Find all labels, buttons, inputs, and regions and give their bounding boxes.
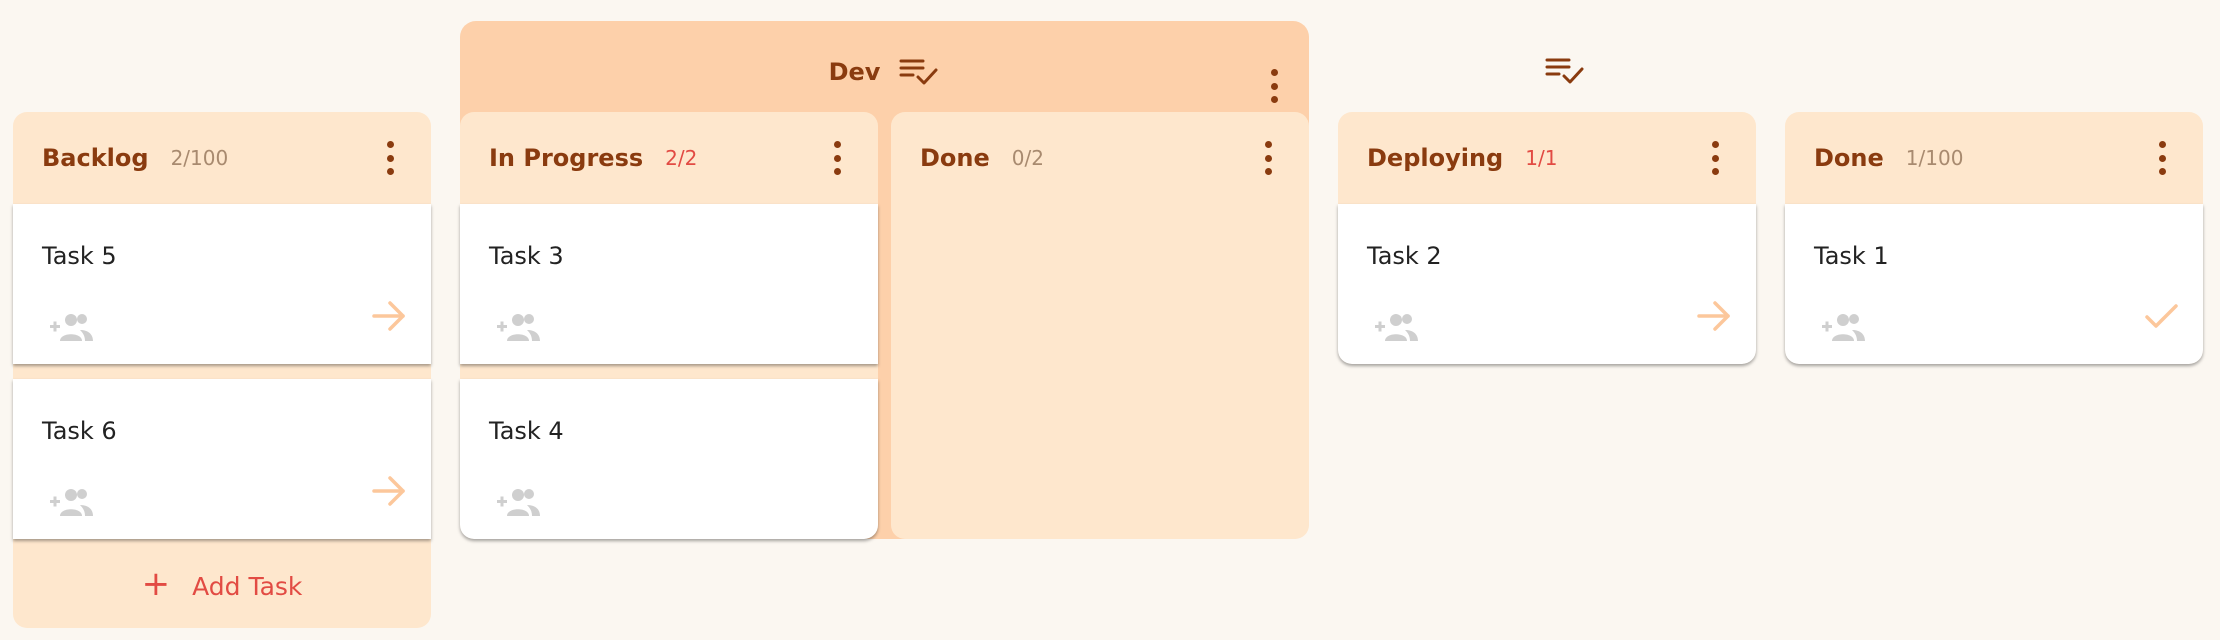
column-header: Deploying 1/1: [1338, 112, 1756, 204]
task-name: Task 1: [1814, 242, 1889, 270]
add-task-label: Add Task: [192, 571, 303, 601]
task-card[interactable]: Task 6: [13, 379, 431, 539]
task-card[interactable]: Task 1: [1785, 204, 2203, 364]
playlist-check-icon[interactable]: [898, 55, 940, 89]
column-header: Backlog 2/100: [13, 112, 431, 204]
task-name: Task 6: [42, 417, 117, 445]
column-menu-button[interactable]: [1710, 141, 1720, 175]
column-backlog: Backlog 2/100 Task 5 Task 6 + Add Task: [13, 112, 431, 628]
column-menu-button[interactable]: [2157, 141, 2167, 175]
assign-user-icon[interactable]: [1822, 312, 1866, 342]
column-done-dev: Done 0/2: [891, 112, 1309, 539]
task-name: Task 4: [489, 417, 564, 445]
column-title: Done: [1814, 144, 1884, 172]
check-icon[interactable]: [2143, 298, 2179, 334]
assign-user-icon[interactable]: [50, 312, 94, 342]
task-name: Task 2: [1367, 242, 1442, 270]
column-count: 1/100: [1905, 146, 1964, 170]
arrow-right-icon[interactable]: [371, 298, 407, 334]
group-menu-button[interactable]: [1269, 69, 1279, 103]
assign-user-icon[interactable]: [497, 312, 541, 342]
column-done: Done 1/100 Task 1: [1785, 112, 2203, 364]
column-title: In Progress: [489, 144, 644, 172]
column-in-progress: In Progress 2/2 Task 3 Task 4: [460, 112, 878, 539]
task-name: Task 3: [489, 242, 564, 270]
plus-icon: +: [141, 564, 171, 604]
add-task-button[interactable]: + Add Task: [13, 539, 431, 633]
column-count: 0/2: [1011, 146, 1044, 170]
task-card[interactable]: Task 2: [1338, 204, 1756, 364]
task-card[interactable]: Task 5: [13, 204, 431, 364]
task-card[interactable]: Task 4: [460, 379, 878, 539]
group-title: Dev: [460, 55, 1309, 89]
column-header: Done 0/2: [891, 112, 1309, 204]
column-title: Done: [920, 144, 990, 172]
group-title-label: Dev: [828, 58, 881, 86]
column-menu-button[interactable]: [832, 141, 842, 175]
column-count: 2/100: [170, 146, 229, 170]
arrow-right-icon[interactable]: [371, 473, 407, 509]
column-header: Done 1/100: [1785, 112, 2203, 204]
column-count: 1/1: [1525, 146, 1558, 170]
assign-user-icon[interactable]: [497, 487, 541, 517]
assign-user-icon[interactable]: [1375, 312, 1419, 342]
task-name: Task 5: [42, 242, 117, 270]
assign-user-icon[interactable]: [50, 487, 94, 517]
column-header: In Progress 2/2: [460, 112, 878, 204]
playlist-check-icon[interactable]: [1544, 54, 1586, 88]
column-count: 2/2: [665, 146, 698, 170]
task-card[interactable]: Task 3: [460, 204, 878, 364]
column-title: Backlog: [42, 144, 149, 172]
column-menu-button[interactable]: [385, 141, 395, 175]
arrow-right-icon[interactable]: [1696, 298, 1732, 334]
column-title: Deploying: [1367, 144, 1504, 172]
column-deploying: Deploying 1/1 Task 2: [1338, 112, 1756, 364]
column-menu-button[interactable]: [1263, 141, 1273, 175]
